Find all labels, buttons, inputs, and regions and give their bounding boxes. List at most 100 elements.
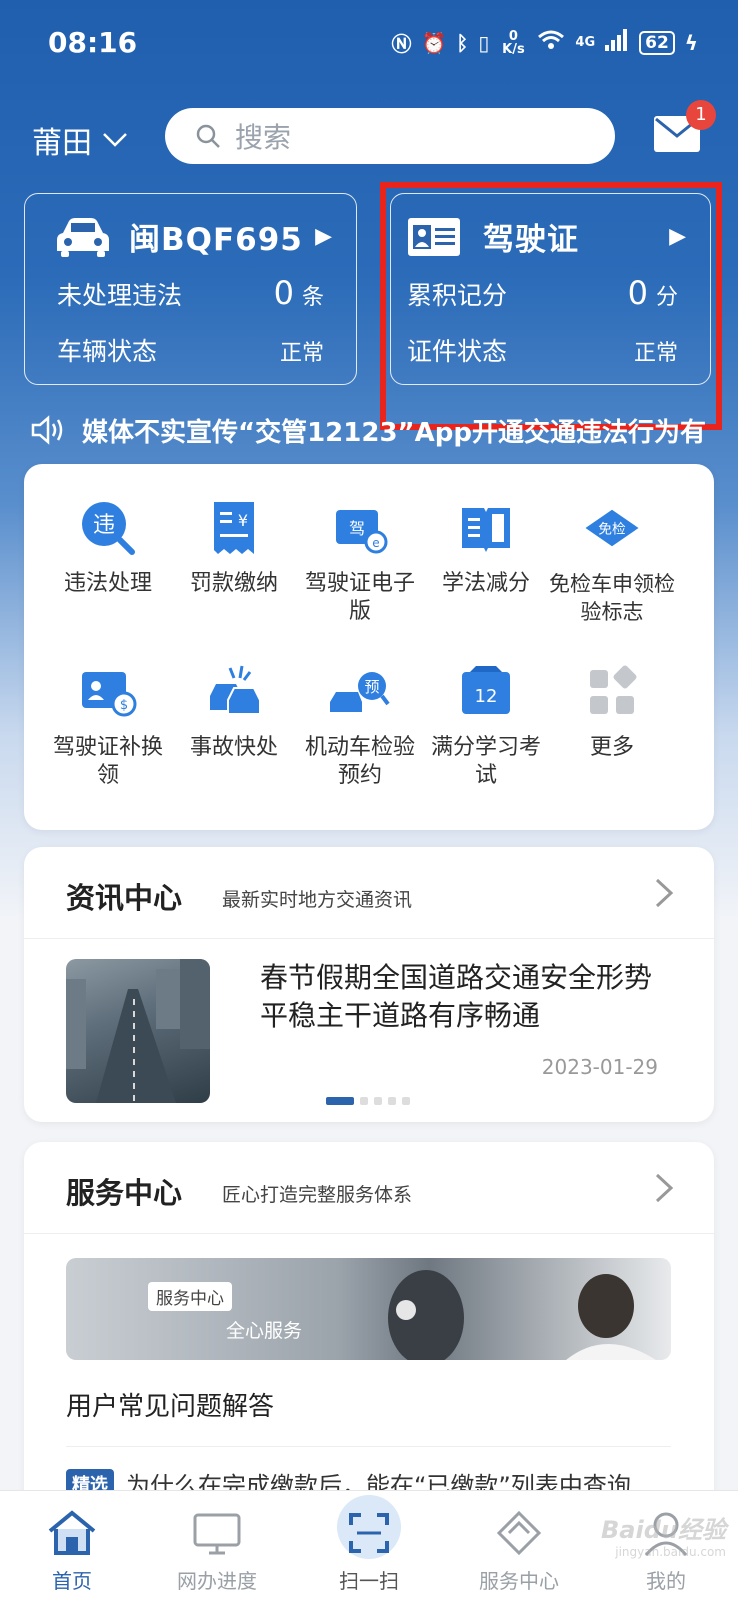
service-license-exchange[interactable]: $ 驾驶证补换领 xyxy=(44,660,172,790)
carousel-dot xyxy=(388,1097,396,1105)
nav-label: 我的 xyxy=(646,1569,686,1593)
service-center-header[interactable]: 服务中心 匠心打造完整服务体系 xyxy=(24,1142,714,1234)
carousel-dot xyxy=(374,1097,382,1105)
ticker-text: 媒体不实宣传“交管12123”App开通交通违法行为有 xyxy=(82,417,706,448)
status-bar: 08:16 Ⓝ ⏰ ᛒ ▯ 0 K/s 4G 62 ϟ xyxy=(0,0,738,86)
service-fine[interactable]: ¥ 罚款缴纳 xyxy=(170,496,298,598)
vehicle-status-row: 车辆状态 正常 xyxy=(57,332,324,368)
service-e-license[interactable]: 驾e 驾驶证电子版 xyxy=(296,496,424,626)
service-label: 更多 xyxy=(589,735,634,760)
nav-service-center[interactable]: 服务中心 xyxy=(449,1491,589,1600)
service-accident[interactable]: 事故快处 xyxy=(170,660,298,762)
chevron-right-icon xyxy=(655,878,674,908)
service-label: 事故快处 xyxy=(189,735,278,760)
city-name: 莆田 xyxy=(32,126,92,161)
faq-title[interactable]: 用户常见问题解答 xyxy=(66,1386,274,1423)
service-banner[interactable]: 服务中心 全心服务 xyxy=(66,1258,671,1360)
city-selector[interactable]: 莆田 xyxy=(32,118,128,162)
home-icon xyxy=(48,1510,96,1555)
charging-icon: ϟ xyxy=(684,30,698,55)
scan-icon xyxy=(349,1513,389,1553)
more-grid-icon xyxy=(580,660,644,724)
search-icon xyxy=(196,124,220,148)
baidu-watermark: Baidu经验 jingyan.baidu.com xyxy=(601,1510,726,1559)
service-exempt[interactable]: 免检 免检车申领检验标志 xyxy=(548,496,676,626)
chevron-right-icon xyxy=(655,1173,674,1203)
nav-label: 网办进度 xyxy=(177,1569,257,1593)
svg-text:预: 预 xyxy=(364,678,379,696)
violation-search-icon: 违 xyxy=(76,496,140,560)
news-ticker[interactable]: 媒体不实宣传“交管12123”App开通交通违法行为有 xyxy=(30,410,720,450)
search-input[interactable]: 搜索 xyxy=(165,108,615,164)
status-icons: Ⓝ ⏰ ᛒ ▯ 0 K/s 4G 62 ϟ xyxy=(391,28,698,57)
svg-text:e: e xyxy=(372,536,379,550)
nav-label: 首页 xyxy=(52,1569,92,1593)
service-more[interactable]: 更多 xyxy=(548,660,676,762)
e-license-icon: 驾e xyxy=(328,496,392,560)
banner-slogan: 全心服务 xyxy=(226,1320,303,1342)
service-center: 服务中心 匠心打造完整服务体系 服务中心 全心服务 用户常见问题解答 精选 为什… xyxy=(24,1142,714,1522)
vibrate-icon: ▯ xyxy=(478,30,490,55)
fine-receipt-icon: ¥ xyxy=(202,496,266,560)
unit: 条 xyxy=(301,285,324,310)
nav-progress[interactable]: 网办进度 xyxy=(147,1491,287,1600)
svg-text:$: $ xyxy=(120,698,128,713)
news-thumbnail[interactable] xyxy=(66,959,210,1103)
speaker-icon xyxy=(31,415,63,445)
service-label: 罚款缴纳 xyxy=(189,571,278,596)
car-icon xyxy=(57,217,109,257)
service-label: 违法处理 xyxy=(63,571,152,596)
row-label: 车辆状态 xyxy=(57,337,158,366)
service-label: 驾驶证电子版 xyxy=(304,571,415,624)
svg-text:¥: ¥ xyxy=(238,511,248,530)
mail-badge: 1 xyxy=(686,100,716,130)
net-speed: 0 K/s xyxy=(502,28,525,57)
highlight-box xyxy=(380,182,722,430)
carousel-dot xyxy=(360,1097,368,1105)
vehicle-status: 正常 xyxy=(279,341,324,366)
service-study[interactable]: 学法减分 xyxy=(422,496,550,598)
row-label: 未处理违法 xyxy=(57,281,183,310)
section-subtitle: 匠心打造完整服务体系 xyxy=(222,1184,413,1206)
inspection-booking-icon: 预 xyxy=(328,660,392,724)
svg-text:违: 违 xyxy=(93,513,115,538)
nav-label: 扫一扫 xyxy=(339,1569,399,1593)
nav-home[interactable]: 首页 xyxy=(2,1491,142,1600)
search-placeholder: 搜索 xyxy=(235,121,292,154)
exempt-badge-icon: 免检 xyxy=(580,496,644,560)
plate-number: 闽BQF695 xyxy=(129,222,303,258)
bluetooth-icon: ᛒ xyxy=(456,30,469,55)
wifi-icon xyxy=(537,29,565,56)
nav-scan[interactable]: 扫一扫 xyxy=(299,1491,439,1600)
service-grid: 违 违法处理 ¥ 罚款缴纳 驾e 驾驶证电子版 学法减分 免检 免检车申领检验标… xyxy=(24,464,714,830)
watermark-brand: Baidu经验 xyxy=(601,1516,726,1544)
news-header[interactable]: 资讯中心 最新实时地方交通资讯 xyxy=(24,847,714,939)
news-headline[interactable]: 春节假期全国道路交通安全形势平稳主干道路有序畅通 xyxy=(260,959,660,1035)
vehicle-card[interactable]: 闽BQF695 ▶ 未处理违法 0条 车辆状态 正常 xyxy=(24,193,357,385)
section-title: 资讯中心 xyxy=(66,881,183,915)
carousel-dots xyxy=(326,1097,410,1105)
license-exchange-icon: $ xyxy=(76,660,140,724)
chevron-right-icon: ▶ xyxy=(315,224,332,249)
service-violation[interactable]: 违 违法处理 xyxy=(44,496,172,598)
status-time: 08:16 xyxy=(48,26,138,59)
banner-tag: 服务中心 xyxy=(148,1282,232,1311)
network-type: 4G xyxy=(575,35,596,50)
handshake-icon xyxy=(496,1510,542,1556)
calendar-12-icon: 12 xyxy=(454,660,518,724)
service-inspection-booking[interactable]: 预 机动车检验预约 xyxy=(296,660,424,790)
section-title: 服务中心 xyxy=(66,1176,183,1210)
nav-label: 服务中心 xyxy=(479,1569,559,1593)
nfc-icon: Ⓝ xyxy=(391,32,412,56)
chevron-down-icon xyxy=(103,133,127,147)
book-icon xyxy=(454,496,518,560)
service-label: 机动车检验预约 xyxy=(304,735,415,788)
accident-icon xyxy=(202,660,266,724)
monitor-icon xyxy=(193,1513,241,1555)
violation-count: 0 xyxy=(273,274,294,312)
service-full-score-exam[interactable]: 12 满分学习考试 xyxy=(422,660,550,790)
news-date: 2023-01-29 xyxy=(541,1055,658,1079)
news-center: 资讯中心 最新实时地方交通资讯 春节假期全国道路交通安全形势平稳主干道路有序畅通… xyxy=(24,847,714,1122)
signal-icon xyxy=(605,29,629,56)
service-label: 免检车申领检验标志 xyxy=(549,572,675,624)
